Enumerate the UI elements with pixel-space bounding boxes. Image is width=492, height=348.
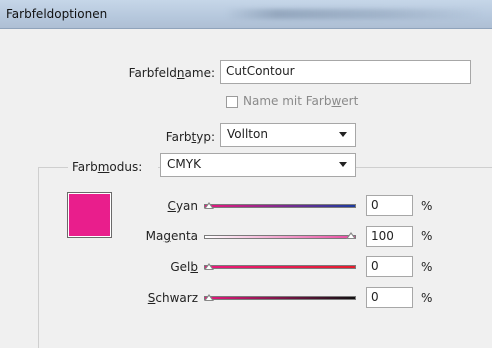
cyan-slider-thumb[interactable] [204, 202, 214, 209]
magenta-slider-track[interactable] [204, 235, 356, 239]
color-mode-select[interactable]: CMYK [160, 153, 356, 177]
color-type-select[interactable]: Vollton [220, 123, 356, 147]
name-with-color-value-checkbox[interactable] [226, 96, 238, 108]
cyan-label: Cyan [167, 199, 198, 213]
title-bar: Farbfeldoptionen [0, 0, 492, 29]
black-value-input[interactable]: 0 [366, 287, 413, 308]
color-type-value: Vollton [227, 127, 268, 141]
black-slider-track[interactable] [204, 296, 356, 300]
magenta-percent-unit: % [421, 229, 433, 243]
name-with-color-value-label: Name mit Farbwert [243, 94, 359, 108]
color-preview-swatch [67, 192, 112, 238]
black-label: Schwarz [147, 291, 198, 305]
yellow-slider-track[interactable] [204, 265, 356, 269]
color-mode-value: CMYK [167, 157, 201, 171]
swatch-name-input[interactable]: CutContour [220, 60, 471, 84]
magenta-label: Magenta [145, 229, 198, 243]
cyan-percent-unit: % [421, 199, 433, 213]
cyan-slider-track[interactable] [204, 204, 356, 208]
background-window-text [225, 9, 485, 19]
window-title: Farbfeldoptionen [6, 7, 108, 21]
yellow-value-input[interactable]: 0 [366, 256, 413, 277]
yellow-percent-unit: % [421, 260, 433, 274]
color-type-label: Farbtyp: [165, 130, 215, 144]
swatch-name-label: Farbfeldname: [128, 66, 215, 80]
cyan-value-input[interactable]: 0 [366, 195, 413, 216]
yellow-slider-thumb[interactable] [204, 263, 214, 270]
magenta-value-input[interactable]: 100 [366, 226, 413, 247]
color-mode-label: Farbmodus: [68, 160, 158, 174]
yellow-label: Gelb [170, 260, 198, 274]
chevron-down-icon [339, 132, 347, 137]
chevron-down-icon [339, 162, 347, 167]
black-slider-thumb[interactable] [204, 294, 214, 301]
black-percent-unit: % [421, 291, 433, 305]
magenta-slider-thumb[interactable] [346, 232, 356, 239]
